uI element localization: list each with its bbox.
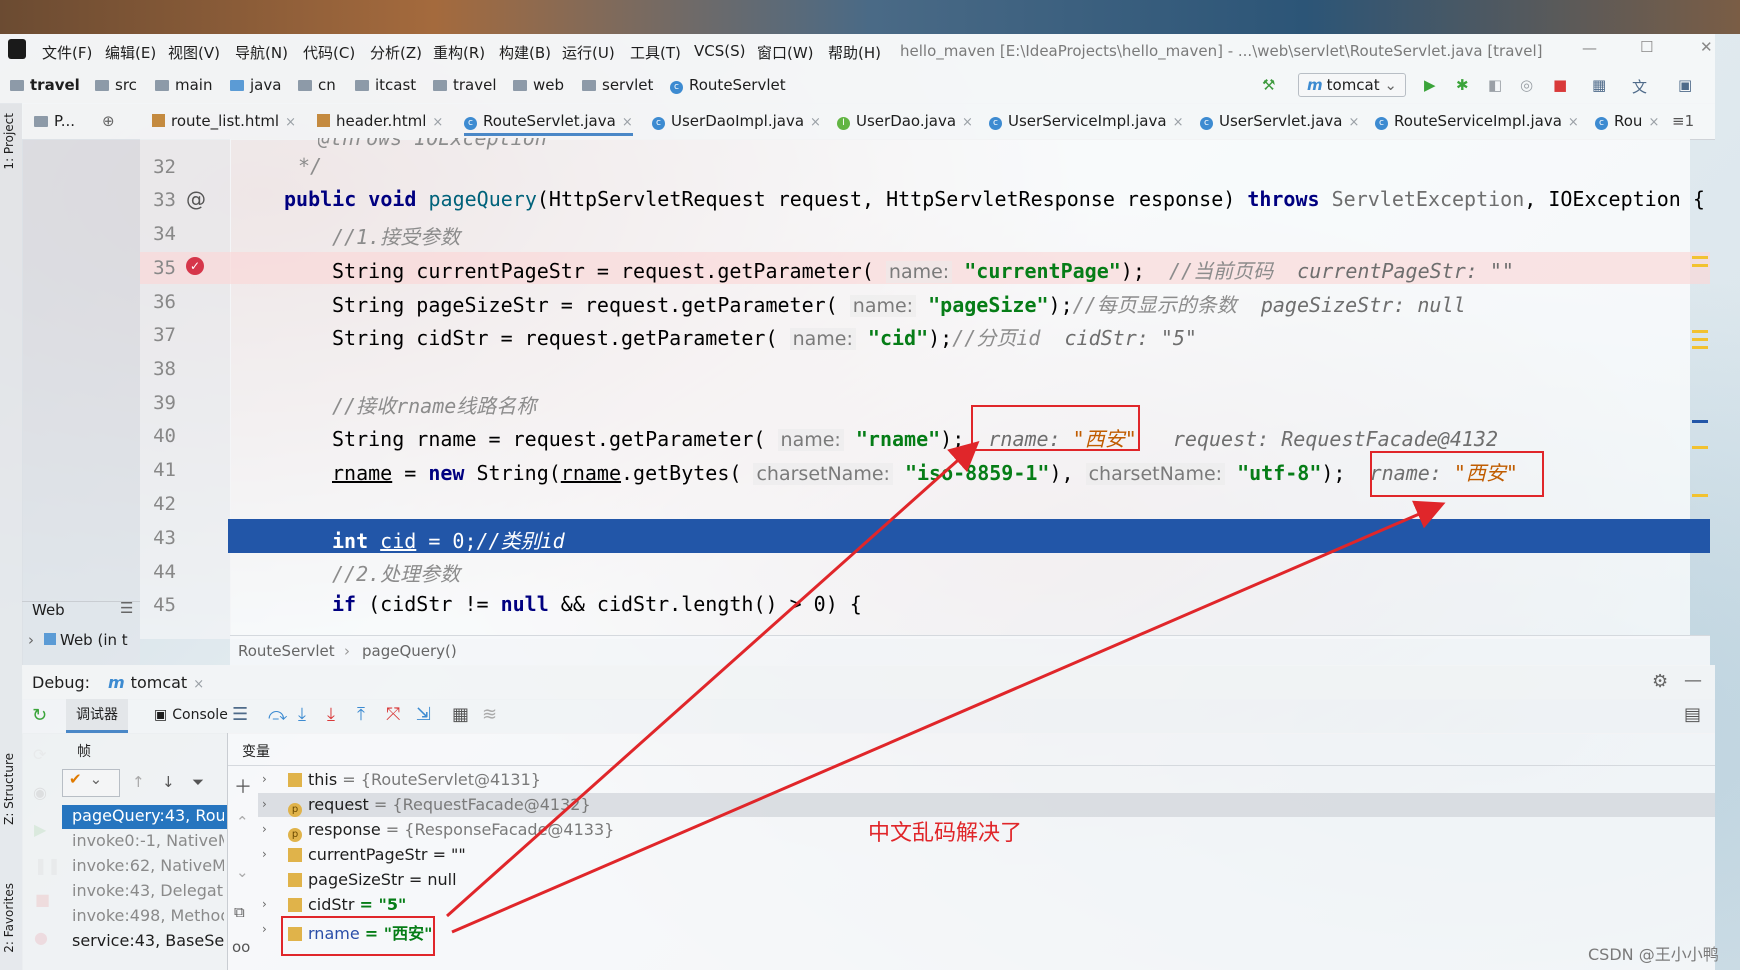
watermark: CSDN @王小小鸭: [1588, 945, 1719, 964]
annotation-note: 中文乱码解决了: [868, 821, 1023, 846]
arrow-to-line41: [451, 500, 1446, 934]
